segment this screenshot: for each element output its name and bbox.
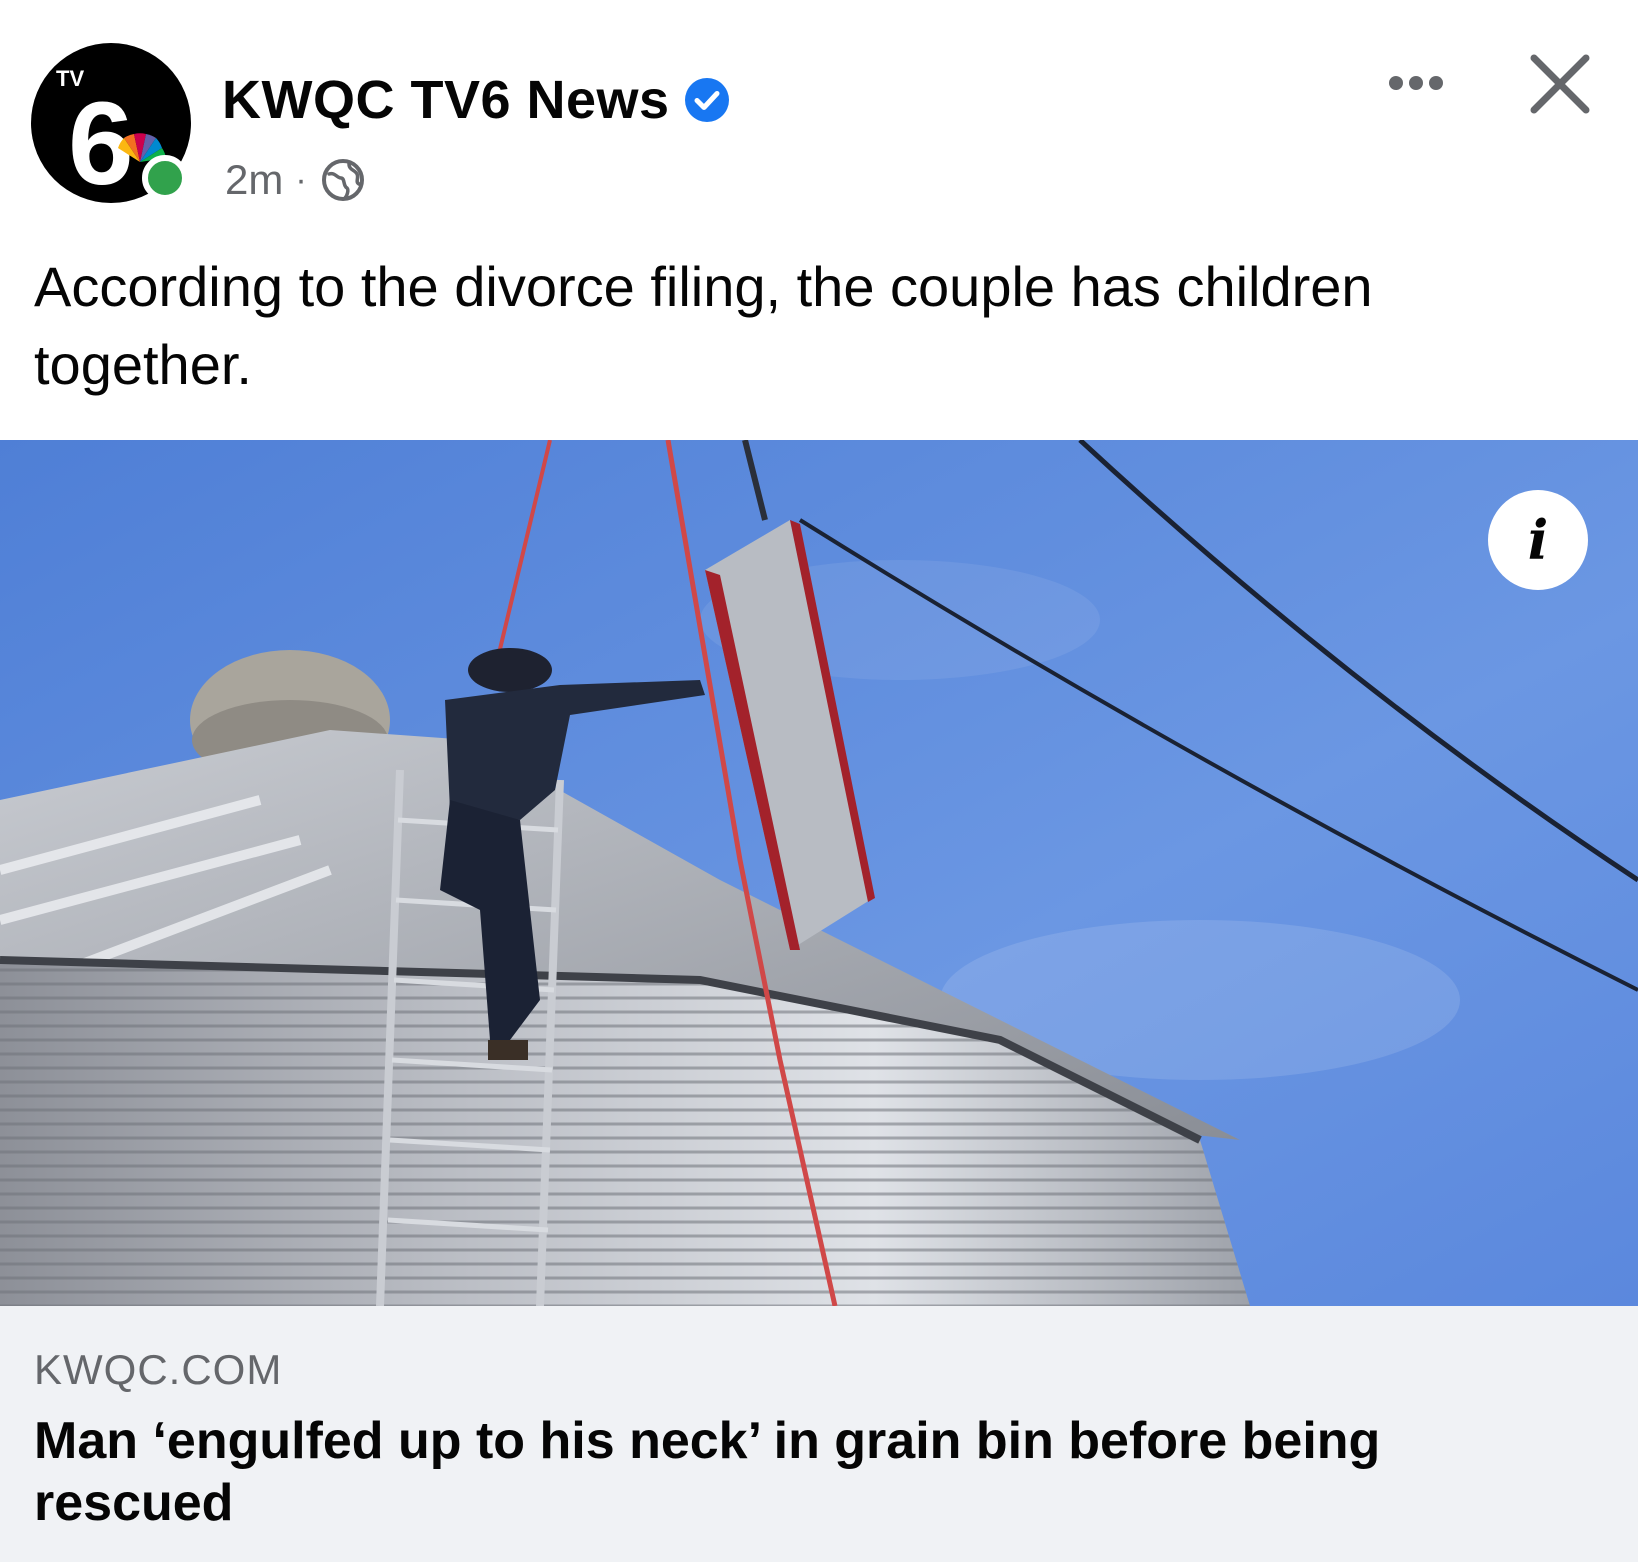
post-timestamp[interactable]: 2m — [225, 156, 283, 204]
page-name[interactable]: KWQC TV6 News — [222, 68, 670, 132]
verified-badge-icon — [684, 77, 730, 123]
facebook-post: TV 6 KWQC TV6 News 2m · According to the… — [0, 0, 1638, 1562]
worker-on-grain-bin-photo — [0, 440, 1638, 1306]
post-meta: 2m · — [225, 152, 367, 208]
more-dot — [1429, 76, 1443, 90]
online-status-dot — [142, 155, 188, 201]
link-domain: KWQC.COM — [34, 1346, 283, 1393]
meta-separator: · — [295, 160, 307, 199]
info-icon[interactable]: i — [1488, 490, 1588, 590]
close-icon[interactable] — [1524, 48, 1596, 120]
globe-icon — [319, 156, 367, 204]
more-dot — [1409, 76, 1423, 90]
link-preview-image[interactable] — [0, 440, 1638, 1306]
more-options-icon[interactable] — [1378, 60, 1454, 106]
more-dot — [1389, 76, 1403, 90]
link-title[interactable]: Man ‘engulfed up to his neck’ in grain b… — [34, 1410, 1594, 1534]
page-name-row[interactable]: KWQC TV6 News — [222, 68, 730, 132]
post-caption: According to the divorce filing, the cou… — [34, 255, 1373, 396]
